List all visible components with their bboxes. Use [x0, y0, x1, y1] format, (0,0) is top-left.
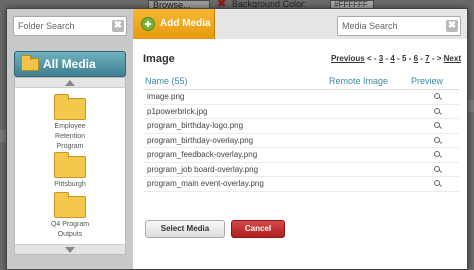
magnifier-icon[interactable]	[434, 136, 442, 145]
file-name[interactable]: p1powerbrick.jpg	[147, 107, 207, 116]
file-name[interactable]: program_job board-overlay.png	[147, 165, 258, 174]
prev-arrow: <	[366, 54, 372, 63]
plus-icon	[141, 17, 155, 31]
folder-item[interactable]: Q4 Program Outputs	[15, 192, 125, 240]
table-header: Name (55) Remote Image Preview	[143, 74, 459, 90]
folder-icon	[54, 192, 86, 218]
page-separator: -	[373, 54, 377, 63]
current-page: 5	[401, 54, 407, 63]
file-name[interactable]: program_birthday-overlay.png	[147, 136, 253, 145]
pagination: Previous < - 3 - 4 - 5 - 6 - 7 - > Next	[321, 54, 461, 63]
page-separator: -	[408, 54, 412, 63]
media-table: Name (55) Remote Image Preview image.png…	[143, 74, 459, 192]
clear-media-search-icon[interactable]: ✖	[446, 20, 458, 32]
magnifier-icon[interactable]	[434, 122, 442, 130]
folder-name: Q4 Program Outputs	[50, 221, 90, 238]
media-search-box: ✖	[337, 16, 461, 36]
folder-search-box: ✖	[13, 16, 127, 36]
folder-icon	[54, 94, 86, 120]
table-row[interactable]: program_main event-overlay.png	[143, 177, 459, 192]
previous-link[interactable]: Previous	[331, 54, 365, 63]
file-name[interactable]: image.png	[147, 92, 184, 101]
select-media-button[interactable]: Select Media	[145, 220, 225, 238]
all-media-label: All Media	[43, 57, 96, 71]
name-column-header[interactable]: Name (55)	[145, 76, 188, 86]
cancel-button[interactable]: Cancel	[231, 220, 285, 238]
page-link-4[interactable]: 4	[390, 54, 394, 63]
magnifier-icon[interactable]	[434, 151, 442, 159]
table-row[interactable]: image.png	[143, 90, 459, 105]
file-name[interactable]: program_feedback-overlay.png	[147, 150, 257, 159]
folder-icon	[54, 152, 86, 178]
page-separator: -	[431, 54, 435, 63]
folder-item[interactable]: Pittsburgh	[15, 152, 125, 190]
folder-item[interactable]: Employee Retention Program	[15, 94, 125, 152]
folder-name: Pittsburgh	[54, 181, 86, 188]
scroll-up-button[interactable]	[15, 78, 125, 88]
next-arrow: >	[436, 54, 442, 63]
add-media-button[interactable]: Add Media	[133, 9, 215, 39]
table-row[interactable]: program_birthday-overlay.png	[143, 134, 459, 148]
media-library-modal: ✖ All Media Employee Retention Program P…	[6, 8, 468, 270]
folder-list: Employee Retention Program Pittsburgh Q4…	[14, 77, 126, 255]
table-row[interactable]: program_birthday-logo.png	[143, 119, 459, 134]
magnifier-icon[interactable]	[434, 107, 442, 116]
media-toolbar: Add Media ✖	[133, 9, 467, 39]
next-link[interactable]: Next	[444, 54, 461, 63]
page-separator: -	[420, 54, 423, 63]
file-name[interactable]: program_main event-overlay.png	[147, 179, 264, 188]
file-name[interactable]: program_birthday-logo.png	[147, 121, 243, 130]
page-link-7[interactable]: 7	[425, 54, 429, 63]
page-separator: -	[397, 54, 400, 63]
folder-sidebar: ✖ All Media Employee Retention Program P…	[7, 9, 133, 269]
scroll-down-button[interactable]	[15, 244, 125, 254]
magnifier-icon[interactable]	[434, 180, 442, 188]
add-media-label: Add Media	[160, 18, 211, 29]
table-row[interactable]: program_feedback-overlay.png	[143, 148, 459, 163]
folder-name: Employee Retention Program	[54, 123, 86, 150]
all-media-button[interactable]: All Media	[14, 51, 126, 77]
preview-column-header: Preview	[411, 76, 444, 86]
page-link-6[interactable]: 6	[414, 54, 418, 63]
table-row[interactable]: program_job board-overlay.png	[143, 163, 459, 177]
clear-folder-search-icon[interactable]: ✖	[112, 20, 124, 32]
folder-search-input[interactable]	[14, 17, 110, 35]
table-row[interactable]: p1powerbrick.jpg	[143, 105, 459, 119]
media-type-heading: Image	[143, 53, 175, 65]
background-color-label: Background Color:	[232, 0, 307, 9]
media-content: Image Previous < - 3 - 4 - 5 - 6 - 7 - >…	[133, 39, 467, 269]
open-folder-icon	[21, 55, 39, 71]
remote-image-column-header: Remote Image	[329, 76, 389, 86]
magnifier-icon[interactable]	[434, 165, 442, 174]
media-search-input[interactable]	[338, 17, 442, 35]
page-link-3[interactable]: 3	[379, 54, 383, 63]
magnifier-icon[interactable]	[434, 93, 442, 101]
page-separator: -	[385, 54, 389, 63]
